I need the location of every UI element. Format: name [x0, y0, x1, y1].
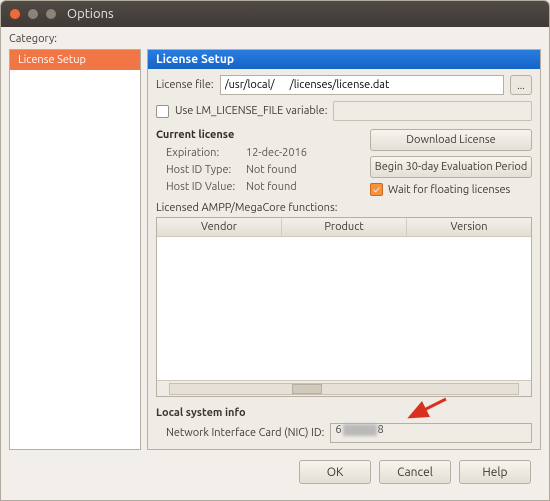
- content-area: Category: License Setup License Setup Li…: [1, 27, 549, 500]
- current-license-details: Current license Expiration: 12-dec-2016 …: [156, 127, 360, 196]
- download-license-button[interactable]: Download License: [370, 129, 532, 151]
- functions-section: Licensed AMPP/MegaCore functions: Vendor…: [156, 202, 532, 397]
- minimize-icon[interactable]: [27, 8, 39, 20]
- hostid-value-row: Host ID Value: Not found: [156, 179, 360, 196]
- use-lm-license-checkbox[interactable]: [156, 105, 169, 118]
- sidebar-item-label: License Setup: [18, 54, 86, 66]
- current-license-heading: Current license: [156, 129, 360, 141]
- col-version[interactable]: Version: [407, 218, 531, 236]
- scrollbar-thumb[interactable]: [292, 384, 322, 394]
- scrollbar-track[interactable]: [169, 383, 519, 395]
- nic-label: Network Interface Card (NIC) ID:: [166, 427, 324, 439]
- panel-body: License file: ... Use LM_LICENSE_FILE va…: [148, 69, 540, 449]
- nic-value-redacted: [343, 424, 377, 436]
- wait-floating-checkbox[interactable]: [370, 183, 383, 196]
- license-file-row: License file: ...: [156, 75, 532, 95]
- table-header: Vendor Product Version: [157, 218, 531, 237]
- begin-evaluation-button[interactable]: Begin 30-day Evaluation Period: [370, 156, 532, 178]
- window-title: Options: [67, 7, 114, 21]
- hostid-type-row: Host ID Type: Not found: [156, 162, 360, 179]
- cancel-button[interactable]: Cancel: [379, 460, 451, 484]
- license-actions: Download License Begin 30-day Evaluation…: [370, 127, 532, 196]
- nic-value-prefix: 6: [335, 424, 341, 436]
- ok-button[interactable]: OK: [299, 460, 371, 484]
- hostid-value-value: Not found: [246, 179, 297, 196]
- local-sysinfo-heading: Local system info: [156, 407, 532, 419]
- hostid-type-label: Host ID Type:: [156, 162, 246, 179]
- table-body: [157, 237, 531, 380]
- current-license-section: Current license Expiration: 12-dec-2016 …: [156, 127, 532, 196]
- dialog-footer: OK Cancel Help: [9, 454, 541, 492]
- main-row: License Setup License Setup License file…: [9, 49, 541, 450]
- functions-label: Licensed AMPP/MegaCore functions:: [156, 202, 532, 214]
- wait-floating-label: Wait for floating licenses: [388, 184, 510, 196]
- use-lm-license-label: Use LM_LICENSE_FILE variable:: [175, 105, 327, 117]
- lm-license-row: Use LM_LICENSE_FILE variable:: [156, 101, 532, 121]
- nic-id-field[interactable]: 68: [330, 423, 532, 443]
- functions-table: Vendor Product Version: [156, 217, 532, 397]
- expiration-label: Expiration:: [156, 145, 246, 162]
- local-system-info: Local system info Network Interface Card…: [156, 403, 532, 443]
- nic-row: Network Interface Card (NIC) ID: 68: [156, 423, 532, 443]
- category-label: Category:: [9, 33, 541, 45]
- expiration-row: Expiration: 12-dec-2016: [156, 145, 360, 162]
- hostid-value-label: Host ID Value:: [156, 179, 246, 196]
- horizontal-scrollbar[interactable]: [157, 380, 531, 396]
- help-button[interactable]: Help: [459, 460, 531, 484]
- close-icon[interactable]: [9, 8, 21, 20]
- col-vendor[interactable]: Vendor: [157, 218, 282, 236]
- maximize-icon[interactable]: [45, 8, 57, 20]
- license-setup-panel: License Setup License file: ... Use LM_L…: [147, 49, 541, 450]
- license-file-label: License file:: [156, 79, 214, 91]
- lm-license-value-field: [333, 101, 532, 121]
- category-sidebar: License Setup: [9, 49, 141, 450]
- wait-floating-row: Wait for floating licenses: [370, 183, 532, 196]
- col-product[interactable]: Product: [282, 218, 407, 236]
- panel-title: License Setup: [148, 50, 540, 69]
- hostid-type-value: Not found: [246, 162, 297, 179]
- nic-value-suffix: 8: [378, 424, 384, 436]
- options-window: Options Category: License Setup License …: [0, 0, 550, 501]
- titlebar: Options: [1, 1, 549, 27]
- license-file-input[interactable]: [220, 75, 504, 95]
- sidebar-item-license-setup[interactable]: License Setup: [10, 50, 140, 70]
- expiration-value: 12-dec-2016: [246, 145, 307, 162]
- browse-button[interactable]: ...: [510, 75, 532, 95]
